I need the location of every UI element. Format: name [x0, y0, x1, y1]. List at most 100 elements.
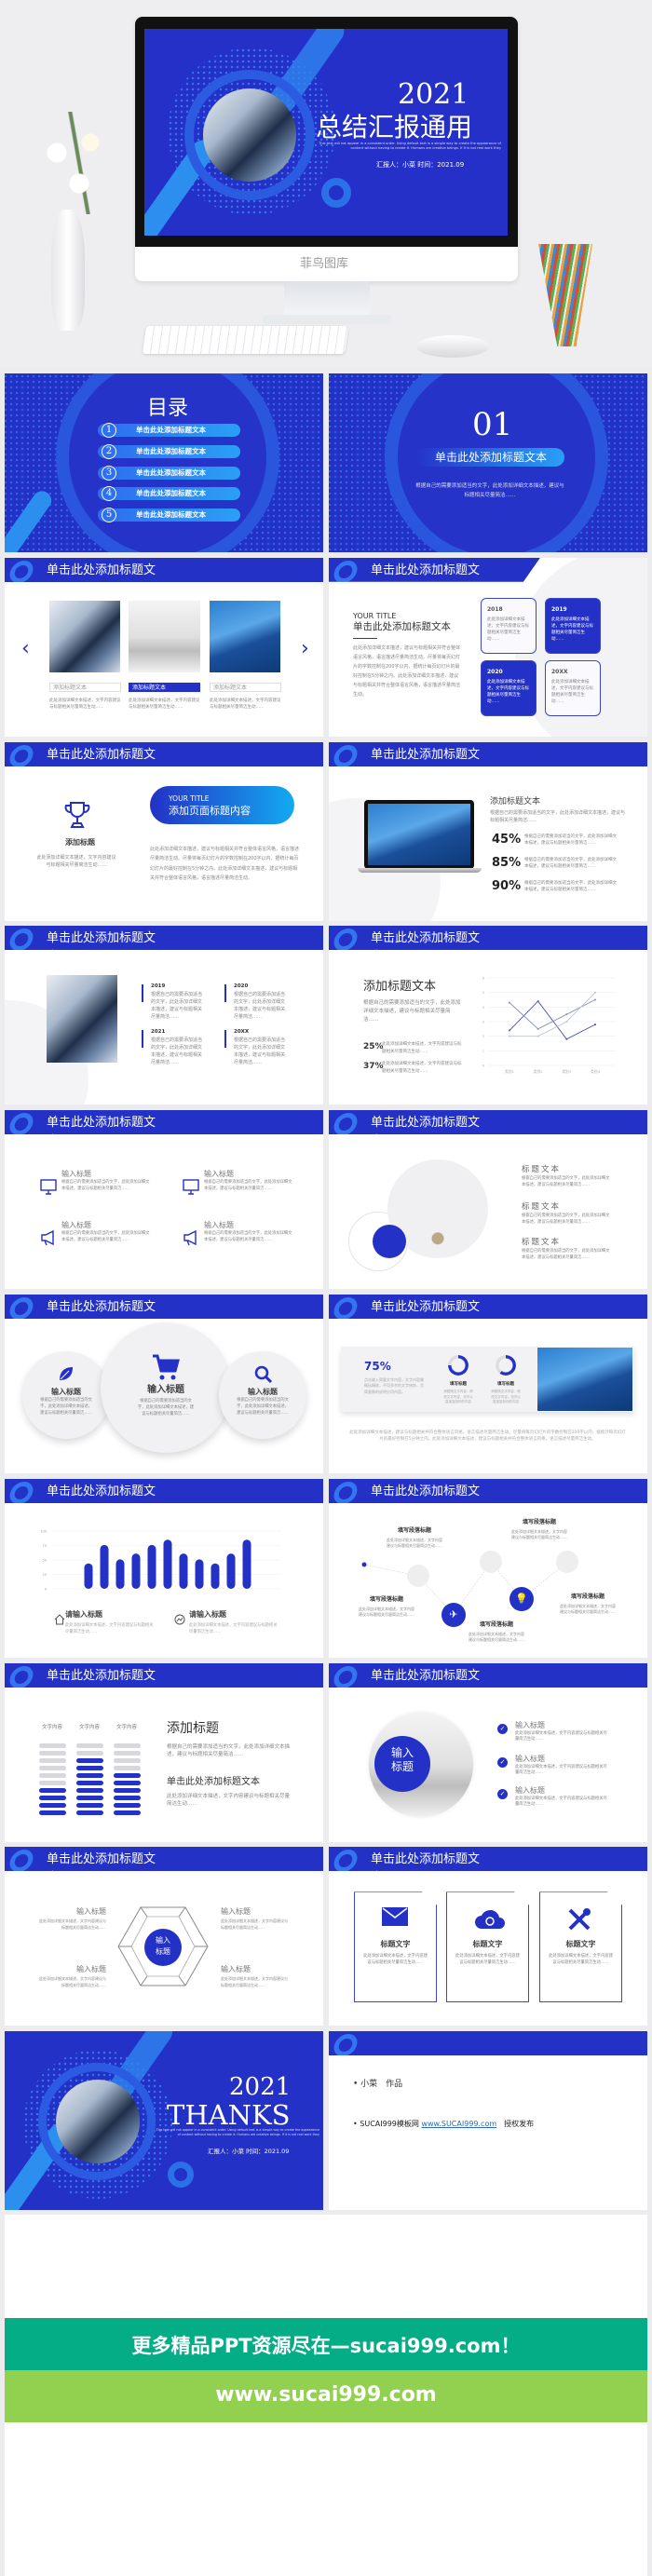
card-desc: 此处添加详细文本描述，文字内容建议与标题相关尽量简洁生动……	[551, 617, 593, 643]
ring-label: 填写标题	[497, 1381, 514, 1387]
column-label: 文字内容	[41, 1724, 62, 1730]
site-banner[interactable]: www.sucai999.com	[5, 2370, 647, 2422]
stack-segment	[75, 1802, 103, 1809]
data-point	[537, 1028, 539, 1031]
user-icon	[480, 1550, 502, 1573]
timeline-marker	[224, 984, 226, 1003]
stack-segment	[113, 1765, 141, 1771]
item-title: 输入标题	[61, 1221, 91, 1230]
search-icon	[407, 1564, 429, 1587]
stack-segment	[75, 1750, 103, 1756]
stack-segment	[75, 1742, 103, 1749]
gallery-label[interactable]: 添加标题文本	[129, 682, 200, 692]
timeline-marker	[142, 984, 143, 1003]
slide-laptop-stats[interactable]: 单击此处添加标题文本 添加标题文本 根据自己的需要添加适当的文字，此处添加详细文…	[329, 741, 647, 921]
item-title: 请输入标题	[65, 1609, 102, 1619]
next-arrow-icon[interactable]: ›	[301, 636, 309, 662]
check-title: 输入标题	[515, 1785, 545, 1795]
progress-ring	[448, 1354, 469, 1376]
stat-value: 45%	[492, 832, 522, 847]
hex-desc: 此处添加详细文本描述，文字内容建议与标题相关尽量简洁生动……	[39, 1976, 106, 1987]
slide-hexagon[interactable]: 单击此处添加标题文本 输入标题 输入标题此处添加详细文本描述，文字内容建议与标题…	[5, 1847, 323, 2027]
checklist-center: 输入标题	[390, 1745, 414, 1773]
stack-segment	[38, 1780, 66, 1786]
credits-link[interactable]: www.SUCAI999.com	[421, 2120, 496, 2128]
prev-arrow-icon[interactable]: ‹	[21, 636, 30, 662]
bar	[226, 1552, 236, 1589]
year-card[interactable]: 20XX 此处添加详细文本描述，文字内容建议与标题相关尽量简洁生动……	[545, 659, 601, 716]
stack-segment	[113, 1757, 141, 1764]
gallery-label[interactable]: 添加标题文本	[210, 682, 281, 692]
item-title: 标题文本	[522, 1238, 562, 1248]
slide-gallery[interactable]: 单击此处添加标题文本 ‹ › 添加标题文本此处添加详细文本描述，文字内容建议与标…	[5, 557, 323, 737]
toc-label: 单击此处添加标题文本	[136, 447, 206, 455]
item-desc: 根据自己的需要添加适当的文字，此处添加详细文本描述，建议与标题相关尽量简洁……	[61, 1180, 150, 1192]
progress-value: 75%	[364, 1359, 391, 1373]
timeline-year: 20XX	[234, 1029, 250, 1036]
stack-segment	[113, 1787, 141, 1794]
stack-segment	[75, 1765, 103, 1771]
slide-doc-cards[interactable]: 单击此处添加标题文本 标题文字此处添加详细文本描述，文字内容建议与标题相关尽量简…	[329, 1847, 647, 2027]
slide-stacks[interactable]: 单击此处添加标题文本 文字内容 文字内容 文字内容 添加标题 根据自己的需要添加适当…	[5, 1662, 323, 1842]
year-card[interactable]: 2019 此处添加详细文本描述，文字内容建议与标题相关尽量简洁生动……	[545, 597, 601, 654]
y-tick-label: 75	[43, 1544, 47, 1548]
process-desc: 此处添加详细文本描述，文字内容建议与标题相关尽量简洁生动……	[387, 1537, 442, 1549]
slide-section-01[interactable]: 01 单击此处添加标题文本 根据自己的需要添加适当的文字，此处添加详细文本描述，…	[329, 373, 647, 552]
chart-icon	[174, 1611, 185, 1629]
check-icon: ✓	[497, 1723, 508, 1734]
logo-icon	[7, 929, 36, 951]
slide-year-cards[interactable]: 单击此处添加标题文本 YOUR TITLE 单击此处添加标题文本 此处添加详细文…	[329, 557, 647, 737]
slide-line-chart[interactable]: 单击此处添加标题文本 添加标题文本 根据自己的需要添加适当的文字，此处添加详细文…	[329, 926, 647, 1105]
check-title: 输入标题	[515, 1754, 545, 1763]
logo-icon	[331, 1665, 360, 1688]
slide-circle-text[interactable]: 单击此处添加标题文本 标题文本根据自己的需要添加适当的文字，此处添加详细文本描述…	[329, 1110, 647, 1290]
card-year: 20XX	[551, 668, 568, 675]
stack-segment	[38, 1765, 66, 1771]
slide-icon-grid[interactable]: 单击此处添加标题文本 输入标题根据自己的需要添加适当的文字，此处添加详细文本描述…	[5, 1110, 323, 1290]
ring-desc: 请替换文字内容，修改文字内容，也可以直接复制你的内容	[443, 1389, 473, 1404]
year-card[interactable]: 2018 此处添加详细文本描述，文字内容建议与标题相关尽量简洁生动……	[481, 597, 537, 654]
item-desc: 根据自己的需要添加适当的文字，此处添加详细文本描述，建议与标题相关尽量简洁……	[204, 1231, 292, 1243]
slide-toc[interactable]: 目录 1 单击此处添加标题文本 2 单击此处添加标题文本 3 单击此处添加标题文本 4 单击此…	[5, 373, 323, 552]
slide-bar-chart[interactable]: 单击此处添加标题文本 0 25 50 75 100 请输入标题此处添加详细文本描述，文字…	[5, 1478, 323, 1658]
stacks-subdesc: 此处添加详细文本描述，文字内容建议与标题相关尽量简洁生动……	[167, 1793, 291, 1808]
stat-value: 25%	[363, 1042, 384, 1052]
stack-segment	[113, 1780, 141, 1786]
hero-photo	[203, 88, 296, 182]
year-card[interactable]: 2020 此处添加详细文本描述，文字内容建议与标题相关尽量简洁生动……	[481, 659, 537, 716]
slide-bubbles[interactable]: 单击此处添加标题文本 输入标题根据自己的需要添加适当的文字，此处添加详细文本描述…	[5, 1294, 323, 1473]
hex-title: 输入标题	[76, 1965, 106, 1974]
y-tick-label: 0	[482, 1064, 484, 1068]
data-point	[565, 1013, 568, 1016]
slide-trophy[interactable]: 单击此处添加标题文本 添加标题 此处添加详细文本描述，文字内容建议与标题相关尽量…	[5, 741, 323, 921]
slide-process[interactable]: 单击此处添加标题文本 ✈ 💡 填写段落标题此处添加详细文本描述，文字内容建议与标…	[329, 1478, 647, 1658]
item-title: 标题文本	[522, 1202, 562, 1213]
bar	[115, 1559, 125, 1589]
hex-title: 输入标题	[221, 1907, 251, 1917]
timeline-year: 2019	[151, 983, 166, 990]
stat-value: 85%	[492, 855, 522, 870]
logo-icon	[7, 560, 36, 582]
card-year: 2019	[551, 605, 567, 613]
slide-title: 单击此处添加标题文本	[371, 1668, 481, 1683]
slide-title: 单击此处添加标题文本	[371, 747, 481, 762]
ring-label: 填写标题	[450, 1381, 467, 1387]
slide-checklist[interactable]: 单击此处添加标题文本 输入标题 ✓输入标题此处添加详细文本描述，文字内容建议与标…	[329, 1662, 647, 1842]
slide-credits[interactable]: • 小菜 作品 • SUCAI999模板网 www.SUCAI999.com 授…	[329, 2031, 647, 2211]
slide-timeline[interactable]: 单击此处添加标题文本 2019 根据自己的需要添加适当的文字，此处添加详细文本描述…	[5, 926, 323, 1105]
slide-progress-card[interactable]: 单击此处添加标题文本 75% 点击输入简要文字内容，文字内容需概括精炼，不用多余…	[329, 1294, 647, 1473]
stacks-subtitle: 单击此处添加标题文本	[167, 1776, 260, 1787]
stack-segment	[38, 1750, 66, 1756]
gallery-label[interactable]: 添加标题文本	[49, 682, 121, 692]
progress-ring	[496, 1354, 516, 1376]
promo-banner[interactable]: 更多精品PPT资源尽在—sucai999.com！	[5, 2318, 647, 2370]
slide-thanks[interactable]: 2021 THANKS This text will not appear in…	[5, 2031, 323, 2211]
timeline-year: 2020	[234, 983, 249, 990]
gallery-desc: 此处添加详细文本描述，文字内容建议与标题相关尽量简洁生动……	[129, 698, 200, 710]
item-title: 输入标题	[204, 1221, 234, 1230]
monitor-stand	[284, 281, 370, 319]
paragraph: 此处添加详细文本描述，建议与标题相关并符合整体语言风格，语言描述尽量简洁生动。尽…	[349, 1430, 626, 1443]
check-icon: ✓	[497, 1756, 508, 1768]
item-desc: 根据自己的需要添加适当的文字，此处添加详细文本描述，建议与标题相关尽量简洁……	[522, 1213, 610, 1226]
item-desc: 根据自己的需要添加适当的文字，此处添加详细文本描述，建议与标题相关尽量简洁……	[61, 1231, 150, 1243]
